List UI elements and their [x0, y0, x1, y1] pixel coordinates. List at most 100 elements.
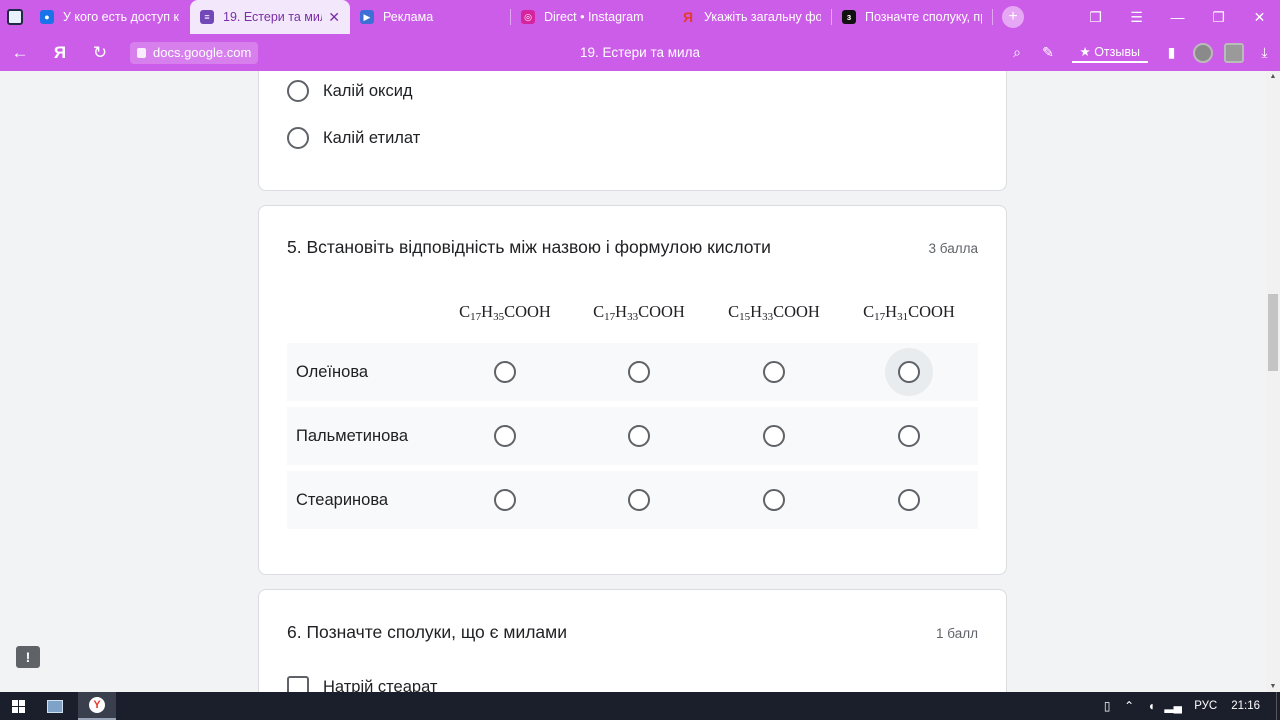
option-potassium-oxide[interactable]: Калій оксид: [287, 80, 413, 102]
question-card-6: 6. Позначте сполуки, що є милами 1 балл …: [258, 589, 1007, 692]
start-button[interactable]: [0, 692, 36, 720]
search-zoom-icon[interactable]: ⌕: [1002, 34, 1033, 71]
browser-menu-icon[interactable]: [0, 0, 30, 34]
profile-avatar[interactable]: [1187, 34, 1218, 71]
grid-cell[interactable]: [494, 489, 516, 511]
grid-cell[interactable]: [898, 425, 920, 447]
minimize-button[interactable]: —: [1157, 0, 1198, 34]
question-card-4: Калій оксид Калій етилат: [258, 71, 1007, 191]
tab-access[interactable]: ● У кого есть доступ к: [30, 0, 190, 34]
bookmark-icon[interactable]: ▮: [1156, 34, 1187, 71]
grid-row-oleic: Олеїнова: [287, 343, 978, 401]
radio-button[interactable]: [287, 127, 309, 149]
grid-cell[interactable]: [494, 361, 516, 383]
address-bar: ← Я ↻ docs.google.com 19. Естери та мила…: [0, 34, 1280, 71]
option-potassium-ethylate[interactable]: Калій етилат: [287, 127, 420, 149]
option-sodium-stearate[interactable]: Натрій стеарат: [287, 676, 437, 692]
reload-button[interactable]: ↻: [80, 34, 120, 71]
option-label: Натрій стеарат: [323, 677, 438, 693]
scrollbar-thumb[interactable]: [1268, 294, 1278, 371]
radio-button[interactable]: [763, 425, 785, 447]
grid-cell[interactable]: [763, 361, 785, 383]
restore-button[interactable]: ❐: [1198, 0, 1239, 34]
taskbar-app-explorer[interactable]: [36, 692, 74, 720]
tab-reklama[interactable]: ▶ Реклама: [350, 0, 510, 34]
yandex-home-button[interactable]: Я: [40, 34, 80, 71]
download-icon[interactable]: ⤓: [1249, 34, 1280, 71]
radio-button[interactable]: [494, 361, 516, 383]
close-window-button[interactable]: ✕: [1239, 0, 1280, 34]
back-button[interactable]: ←: [0, 34, 40, 71]
tab-yandex[interactable]: Я Укажіть загальну фор: [671, 0, 831, 34]
scroll-down-arrow-icon[interactable]: ▼: [1269, 683, 1277, 690]
radio-button[interactable]: [763, 489, 785, 511]
bookmarks-panel-icon[interactable]: ❐: [1075, 0, 1116, 34]
grid-cell[interactable]: [763, 489, 785, 511]
new-tab-button[interactable]: +: [993, 0, 1033, 34]
grid-row-palmitic: Пальметинова: [287, 407, 978, 465]
tab-label: Позначте сполуку, пр: [865, 10, 982, 24]
column-header-formula-2: C17H33COOH: [593, 302, 685, 323]
video-icon: ▶: [360, 10, 374, 24]
grid-cell[interactable]: [494, 425, 516, 447]
feedback-icon[interactable]: !: [16, 646, 40, 668]
column-header-formula-4: C17H31COOH: [863, 302, 955, 323]
grid-cell[interactable]: [763, 425, 785, 447]
radio-button[interactable]: [763, 361, 785, 383]
reviews-button[interactable]: ★ Отзывы: [1071, 43, 1148, 63]
language-indicator[interactable]: РУС: [1194, 700, 1217, 712]
radio-button[interactable]: [628, 489, 650, 511]
question-title: 5. Встановіть відповідність між назвою і…: [287, 237, 771, 257]
address-bar-actions: ⌕ ✎ ★ Отзывы ▮ ⤓: [1002, 34, 1280, 71]
scroll-up-arrow-icon[interactable]: ▲: [1269, 73, 1277, 80]
grid-cell[interactable]: [628, 361, 650, 383]
taskbar-app-yandex-browser[interactable]: Y: [78, 692, 116, 720]
windows-taskbar: Y ▯ ⌃ ◖ ▂▄ РУС 21:16: [0, 692, 1280, 720]
tablet-mode-icon[interactable]: ▯: [1096, 699, 1118, 713]
radio-button[interactable]: [898, 425, 920, 447]
browser-tab-strip: ● У кого есть доступ к ≡ 19. Естери та м…: [0, 0, 1280, 34]
form-page: Калій оксид Калій етилат 5. Встановіть в…: [0, 71, 1266, 692]
yandex-browser-icon: Y: [89, 697, 105, 713]
row-label: Пальметинова: [296, 427, 409, 445]
page-scrollbar[interactable]: ▲ ▼: [1266, 71, 1280, 692]
grid-cell[interactable]: [628, 489, 650, 511]
tab-esters-soaps[interactable]: ≡ 19. Естери та мила ✕: [190, 0, 350, 34]
radio-button[interactable]: [494, 489, 516, 511]
option-label: Калій етилат: [323, 128, 421, 147]
system-tray: ▯ ⌃ ◖ ▂▄ РУС 21:16: [1096, 692, 1280, 720]
plus-icon: +: [1002, 6, 1024, 28]
tab-label: У кого есть доступ к: [63, 10, 179, 24]
url-field[interactable]: docs.google.com: [130, 41, 259, 64]
show-desktop-button[interactable]: [1276, 692, 1280, 720]
radio-button[interactable]: [494, 425, 516, 447]
clock[interactable]: 21:16: [1231, 700, 1260, 712]
tab-label: Реклама: [383, 10, 434, 24]
radio-button[interactable]: [898, 361, 920, 383]
radio-button[interactable]: [628, 361, 650, 383]
chevron-up-icon[interactable]: ⌃: [1118, 699, 1140, 713]
menu-icon[interactable]: ☰: [1116, 0, 1157, 34]
network-signal-icon[interactable]: ▂▄: [1162, 699, 1184, 713]
tab-znanija[interactable]: з Позначте сполуку, пр: [832, 0, 992, 34]
radio-button[interactable]: [628, 425, 650, 447]
znanija-icon: з: [842, 10, 856, 24]
question-card-5: 5. Встановіть відповідність між назвою і…: [258, 205, 1007, 575]
extension-avatar[interactable]: [1218, 34, 1249, 71]
tab-label: Укажіть загальну фор: [704, 10, 821, 24]
grid-cell[interactable]: [898, 489, 920, 511]
radio-button[interactable]: [287, 80, 309, 102]
tab-instagram[interactable]: ◎ Direct • Instagram: [511, 0, 671, 34]
checkbox[interactable]: [287, 676, 309, 692]
volume-icon[interactable]: ◖: [1140, 699, 1162, 713]
contacts-icon: ●: [40, 10, 54, 24]
close-icon[interactable]: ✕: [328, 9, 340, 26]
column-header-formula-3: C15H33COOH: [728, 302, 820, 323]
radio-button[interactable]: [898, 489, 920, 511]
question-title: 6. Позначте сполуки, що є милами: [287, 622, 567, 642]
brush-icon[interactable]: ✎: [1033, 34, 1064, 71]
grid-cell[interactable]: [628, 425, 650, 447]
windows-logo-icon: [11, 699, 25, 713]
tab-label: 19. Естери та мила: [223, 10, 322, 24]
grid-cell[interactable]: [885, 348, 933, 396]
